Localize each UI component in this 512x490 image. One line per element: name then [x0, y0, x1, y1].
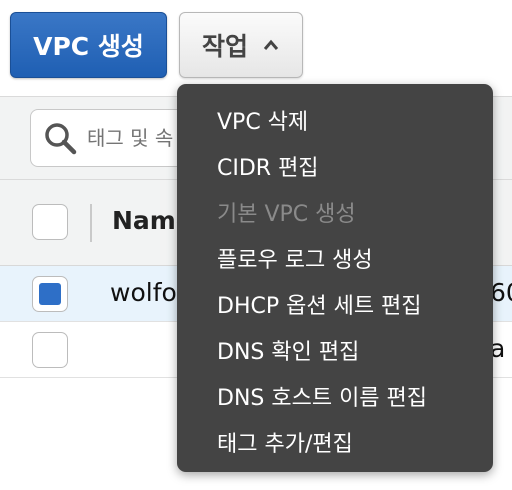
menu-item-manage-tags[interactable]: 태그 추가/편집: [217, 426, 353, 458]
menu-item-edit-cidr[interactable]: CIDR 편집: [217, 150, 319, 182]
row-name: wolfor: [110, 278, 188, 307]
actions-button[interactable]: 작업: [179, 12, 303, 78]
row-cell-truncated: 60: [490, 278, 512, 307]
chevron-up-icon: [262, 38, 280, 52]
search-icon: [43, 121, 77, 155]
row-checkbox[interactable]: [32, 332, 68, 368]
menu-item-delete-vpc[interactable]: VPC 삭제: [217, 104, 308, 136]
column-divider[interactable]: [90, 204, 92, 242]
vpc-console: VPC 생성 작업 Name wolfor 60: [0, 0, 512, 490]
select-all-checkbox[interactable]: [32, 204, 68, 240]
menu-item-edit-dns-hostnames[interactable]: DNS 호스트 이름 편집: [217, 380, 427, 412]
menu-item-edit-dhcp-options[interactable]: DHCP 옵션 세트 편집: [217, 288, 422, 320]
menu-item-edit-dns-resolution[interactable]: DNS 확인 편집: [217, 334, 359, 366]
menu-item-create-default-vpc: 기본 VPC 생성: [217, 202, 356, 227]
actions-label: 작업: [201, 32, 248, 61]
row-checkbox[interactable]: [32, 276, 68, 312]
actions-menu: VPC 삭제 CIDR 편집 기본 VPC 생성 플로우 로그 생성 DHCP …: [177, 84, 493, 472]
create-vpc-button[interactable]: VPC 생성: [10, 12, 167, 78]
menu-item-create-flow-log[interactable]: 플로우 로그 생성: [217, 242, 373, 274]
